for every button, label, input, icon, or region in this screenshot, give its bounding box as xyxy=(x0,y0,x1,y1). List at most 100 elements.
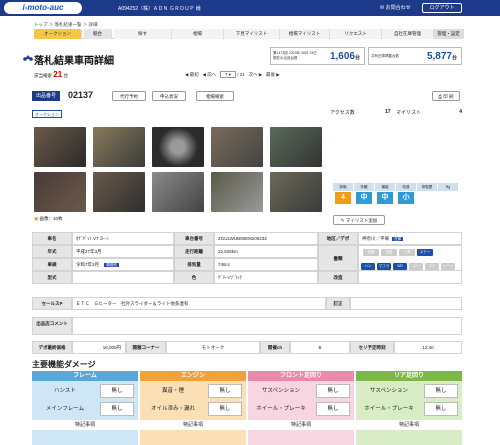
region-label: 地区／デポ xyxy=(318,232,358,245)
last-page-link[interactable]: 最後 ▶ xyxy=(266,72,280,77)
agent-bid-button[interactable]: 代行予約 xyxy=(112,91,146,101)
inspection-badge: 車検残 xyxy=(104,263,119,267)
region-chip: 在庫 xyxy=(392,237,404,241)
next-page-link[interactable]: 次へ ▶ xyxy=(249,72,263,77)
tab-group[interactable]: 競合 xyxy=(84,29,112,39)
vehicle-photo-1[interactable] xyxy=(34,127,86,167)
vehicle-photo-7[interactable] xyxy=(93,172,145,212)
time-value: 12:40 xyxy=(394,341,462,354)
doc-chip-3: リ券 xyxy=(399,249,415,256)
rating-modify: 小 xyxy=(398,192,414,204)
tab-stock[interactable]: 自社在庫管理 xyxy=(382,29,434,39)
tab-preview-mylist[interactable]: 下見マイリスト xyxy=(224,29,280,39)
page-select[interactable]: 7 ▾ xyxy=(219,71,236,78)
front-row2-value: 無し xyxy=(316,402,350,416)
vehicle-photo-9[interactable] xyxy=(211,172,263,212)
min-price-value: 16,000円 xyxy=(72,341,126,354)
engine-foot: 特記事項 xyxy=(140,420,246,430)
correct-label: 訂正 xyxy=(326,297,350,310)
engine-row2-value: 無し xyxy=(208,402,242,416)
name-value: ｵｸﾞｾﾞｯﾄ V7 ｽﾄｰﾝ xyxy=(72,232,174,245)
color-label: 色 xyxy=(174,271,214,284)
damage-panel-engine: エンジン 異音・煙 無し オイル滲み・漏れ 無し 特記事項 xyxy=(140,371,246,445)
doc-chip-4: ステー xyxy=(417,249,433,256)
tab-settings[interactable]: 管理・設定 xyxy=(434,29,464,39)
page-current: 7 xyxy=(224,72,228,77)
vehicle-photo-3[interactable] xyxy=(152,127,204,167)
rear-foot: 特記事項 xyxy=(356,420,462,430)
vehicle-photo-2[interactable] xyxy=(93,127,145,167)
modify-cell: ハン マフラ S/D メー ステ シート xyxy=(358,258,462,284)
listing-value: 1,606 xyxy=(329,51,355,62)
comment-value xyxy=(72,317,462,335)
hit-unit: 台 xyxy=(63,73,68,78)
damage-panel-rear: リア足回り サスペンション 無し ホイール・ブレーキ 無し 特記事項 xyxy=(356,371,462,445)
frame-header: フレーム xyxy=(32,371,138,381)
tab-request[interactable]: リクエスト xyxy=(330,29,382,39)
contact-label: お問合わせ xyxy=(385,5,411,11)
vehicle-photo-6[interactable] xyxy=(34,172,86,212)
tab-market[interactable]: 相場 xyxy=(172,29,224,39)
mileage-label: 走行距離 xyxy=(174,245,214,258)
chassis-value: ZGULWUB00EM206232 xyxy=(214,232,318,245)
inspection-value: 令和7年3月 xyxy=(76,262,100,267)
next-label: 次へ xyxy=(248,72,258,77)
vehicle-photo-5[interactable] xyxy=(270,127,322,167)
first-label: 最初 xyxy=(189,72,199,77)
tab-auction[interactable]: オークション xyxy=(34,29,82,39)
rating-score: 4 xyxy=(335,192,351,204)
rating-header-score: 評価 xyxy=(333,183,353,191)
modify-label: 改造 xyxy=(318,271,358,284)
rating-table: 評価 外観 機能 改造 修復歴 Rg 4 中 中 小 xyxy=(333,183,461,213)
year-label: 年式 xyxy=(32,245,72,258)
company-name: A094252（株）ＡＤＮ ＧＲＯＵＰ 様 xyxy=(118,6,201,12)
engine-row1-label: 異音・煙 xyxy=(161,388,184,394)
vehicle-photo-10[interactable] xyxy=(270,172,322,212)
rating-header-rg: Rg xyxy=(438,183,458,191)
front-header: フロント足回り xyxy=(248,371,354,381)
print-button[interactable]: ⎙ 印 刷 xyxy=(432,91,460,101)
image-icon: ▣ xyxy=(34,216,39,221)
vehicle-photo-8[interactable] xyxy=(152,172,204,212)
nav-tabs: オークション 競合 探す 相場 下見マイリスト 相場マイリスト リクエスト 自社… xyxy=(34,29,464,39)
tab-search[interactable]: 探す xyxy=(114,29,172,39)
page-title: 落札結果車両詳細 xyxy=(34,56,114,67)
sales-value: ＥＴＣ Ｇヒーター 社外スライダー＆ライト他多連有 xyxy=(72,297,326,310)
vehicle-photo-4[interactable] xyxy=(211,127,263,167)
shared-stock-label: 共有在庫掲載台数 xyxy=(371,54,399,58)
rear-header: リア足回り xyxy=(356,371,462,381)
contact-link[interactable]: ✉ お問合わせ xyxy=(380,4,411,12)
photo-count-label: 画像：10枚 xyxy=(39,216,63,221)
name-label: 車名 xyxy=(32,232,72,245)
min-price-label: デポ最終価格 xyxy=(32,341,72,354)
corner-value: モトオーク xyxy=(166,341,260,354)
listing-unit: 台 xyxy=(354,55,360,61)
tab-market-mylist[interactable]: 相場マイリスト xyxy=(280,29,330,39)
rating-header-repair: 修復歴 xyxy=(417,183,437,191)
access-label: アクセス数 xyxy=(330,110,355,116)
rear-row2-label: ホイール・ブレーキ xyxy=(364,406,414,412)
chassis-label: 車台番号 xyxy=(174,232,214,245)
mylist-add-label: マイリスト追加 xyxy=(345,218,378,223)
site-logo[interactable]: i-moto-auc xyxy=(4,2,82,14)
logout-button[interactable]: ログアウト xyxy=(422,3,462,13)
rating-header-function: 機能 xyxy=(375,183,395,191)
year-value: 平成27年3月 xyxy=(72,245,174,258)
market-search-button[interactable]: 相場検索 xyxy=(196,91,234,101)
pin-icon: ✎ xyxy=(340,218,345,223)
listing-label: 現在の出品台数 xyxy=(273,56,298,60)
rear-row1-value: 無し xyxy=(424,384,458,398)
damage-title: 主要機能ダメージ xyxy=(32,360,96,369)
modify-chip-1: ハン xyxy=(361,263,375,270)
mylist-count: 4 xyxy=(459,109,462,115)
lot-label: 出品番号 xyxy=(32,91,60,101)
frame-row1-label: ハンスト xyxy=(54,388,76,394)
mylist-add-button[interactable]: ✎ マイリスト追加 xyxy=(333,215,385,225)
shared-stock-value: 5,877 xyxy=(426,51,452,62)
first-page-link[interactable]: ◀ 最初 xyxy=(185,72,199,77)
prev-page-link[interactable]: ◀ 前へ xyxy=(202,72,216,77)
apply-status-button[interactable]: 申込状況 xyxy=(152,91,186,101)
auction-tag: オークション xyxy=(32,110,62,118)
photo-count: ▣ 画像：10枚 xyxy=(34,216,63,222)
frame-row2-label: メインフレーム xyxy=(45,406,85,412)
